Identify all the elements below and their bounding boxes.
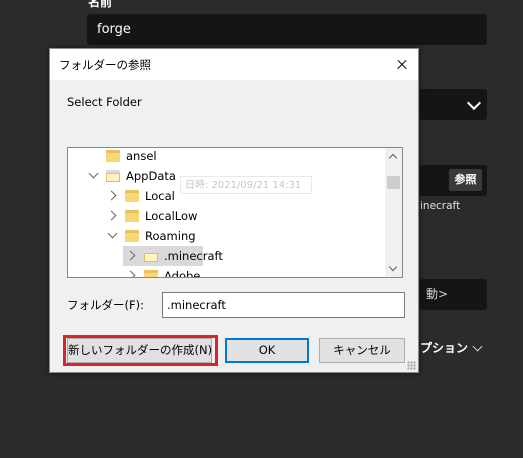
chevron-down-icon[interactable] (88, 168, 99, 179)
close-icon[interactable] (384, 49, 418, 80)
tree-item[interactable]: ansel (68, 148, 386, 166)
tree-item-label: ansel (126, 149, 157, 163)
tree-item-label: .minecraft (164, 249, 223, 263)
game-directory-path-text: inecraft (420, 200, 461, 212)
tree-item[interactable]: Adobe (68, 266, 386, 277)
folder-name-input[interactable] (162, 292, 405, 318)
profile-name-input[interactable]: forge (87, 14, 487, 45)
scroll-up-arrow-icon[interactable] (385, 148, 402, 165)
tree-item[interactable]: LocalLow (68, 206, 386, 226)
version-select[interactable] (420, 89, 487, 120)
tree-item-label: Roaming (145, 229, 196, 243)
chevron-down-icon (472, 341, 483, 352)
chevron-right-icon[interactable] (125, 270, 136, 277)
folder-icon (125, 230, 139, 242)
more-options-toggle[interactable]: プション (420, 339, 483, 356)
dialog-description: Select Folder (67, 95, 142, 109)
more-options-label: プション (420, 341, 469, 355)
folder-icon (144, 250, 158, 262)
folder-icon (125, 190, 139, 202)
chevron-right-icon[interactable] (106, 210, 117, 221)
tree-item-label: AppData (126, 169, 176, 183)
folder-field-label: フォルダー(F): (67, 298, 144, 312)
chevron-right-icon[interactable] (106, 190, 117, 201)
new-folder-button[interactable]: 新しいフォルダーの作成(N) (67, 338, 212, 363)
cancel-button[interactable]: キャンセル (319, 338, 405, 363)
dialog-title: フォルダーの参照 (59, 58, 151, 72)
ok-button[interactable]: OK (225, 338, 309, 363)
folder-icon (125, 210, 139, 222)
scroll-thumb[interactable] (387, 176, 400, 189)
tree-item-label: Adobe (164, 269, 201, 277)
dialog-titlebar[interactable]: フォルダーの参照 (50, 49, 418, 80)
folder-icon (144, 270, 158, 277)
move-button[interactable]: 動> (420, 279, 487, 310)
folder-tree[interactable]: ansel AppData Local LocalLow Roaming .minecra… (67, 147, 403, 278)
chevron-down-icon[interactable] (107, 228, 118, 239)
scroll-down-arrow-icon[interactable] (385, 260, 402, 277)
tree-item[interactable]: .minecraft (68, 246, 386, 266)
folder-icon (106, 150, 120, 162)
tree-item-label: LocalLow (145, 209, 198, 223)
folder-icon (106, 170, 120, 182)
tree-item-label: Local (145, 189, 175, 203)
resize-grip-icon[interactable] (407, 361, 416, 370)
name-section-label: 名前 (88, 0, 113, 9)
chevron-down-icon (466, 95, 482, 111)
tree-item[interactable]: Roaming (68, 226, 386, 246)
tree-scrollbar[interactable] (385, 148, 402, 277)
folder-tree-rows: ansel AppData Local LocalLow Roaming .minecra… (68, 148, 386, 277)
tooltip-ghost: 日時: 2021/09/21 14:31 (180, 176, 312, 194)
browse-button[interactable]: 参照 (449, 169, 482, 191)
folder-browse-dialog: フォルダーの参照 Select Folder ansel AppData Local… (49, 48, 419, 373)
